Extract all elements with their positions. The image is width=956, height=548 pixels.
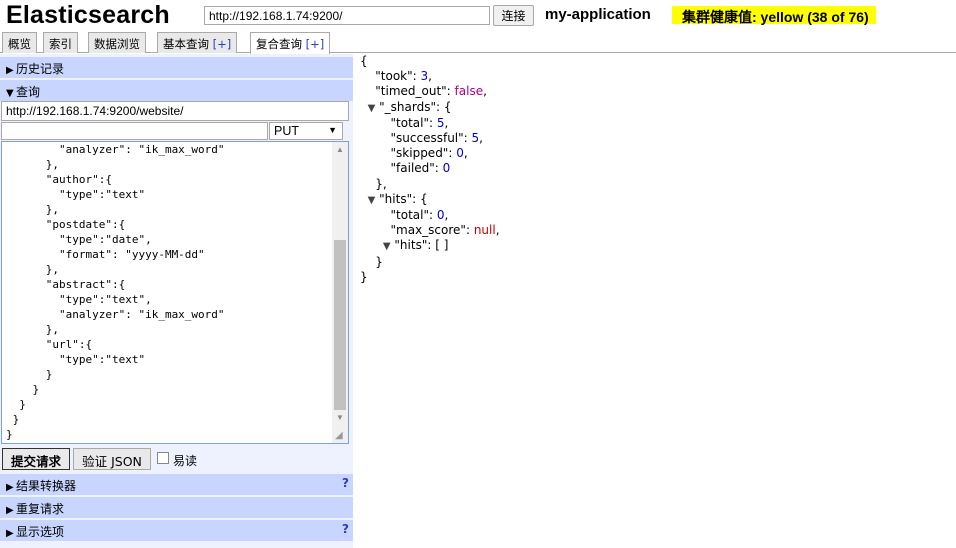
resize-grip-icon[interactable]: ◢ bbox=[335, 430, 347, 442]
json-value: 5 bbox=[436, 115, 445, 130]
tab-bar: 概览 索引 数据浏览 基本查询 [+] 复合查询 [+] bbox=[0, 31, 956, 54]
json-value: 0 bbox=[442, 161, 451, 176]
connection-url-input[interactable] bbox=[204, 6, 490, 25]
submit-request-button[interactable]: 提交请求 bbox=[2, 448, 70, 470]
json-value: 3 bbox=[420, 69, 429, 84]
json-value: [ ] bbox=[435, 238, 449, 253]
collapse-icon[interactable]: ▼ bbox=[383, 241, 391, 252]
tab-label: 复合查询 bbox=[256, 37, 306, 51]
help-icon[interactable]: ? bbox=[342, 476, 349, 490]
tab-indices[interactable]: 索引 bbox=[43, 32, 78, 53]
query-section-header[interactable]: ▼ 查询 bbox=[0, 80, 353, 101]
tab-label: 基本查询 bbox=[163, 37, 213, 51]
section-label: 历史记录 bbox=[16, 62, 65, 76]
tab-label: 概览 bbox=[8, 37, 31, 51]
json-value: 0 bbox=[436, 208, 445, 223]
history-section-header[interactable]: ▶ 历史记录 bbox=[0, 57, 353, 78]
app-title: Elasticsearch bbox=[6, 1, 170, 29]
result-transformer-header[interactable]: ▶ 结果转换器 ? bbox=[0, 474, 353, 495]
section-label: 查询 bbox=[16, 85, 41, 99]
scroll-down-icon[interactable]: ▼ bbox=[332, 410, 348, 426]
response-json: { "took": 3, "timed_out": false, ▼ "_sha… bbox=[360, 54, 500, 284]
connect-button[interactable]: 连接 bbox=[493, 5, 534, 26]
json-value: 0 bbox=[456, 146, 464, 161]
tab-browser[interactable]: 数据浏览 bbox=[88, 32, 146, 53]
pretty-label: 易读 bbox=[173, 454, 198, 468]
tab-add-button[interactable]: [+] bbox=[213, 37, 232, 51]
section-label: 重复请求 bbox=[16, 502, 65, 516]
section-label: 显示选项 bbox=[16, 525, 65, 539]
tab-basic-query[interactable]: 基本查询 [+] bbox=[157, 32, 238, 53]
collapse-icon[interactable]: ▼ bbox=[368, 103, 376, 114]
collapse-icon[interactable]: ▼ bbox=[368, 195, 376, 206]
query-url-input[interactable]: http://192.168.1.74:9200/website/ bbox=[1, 101, 349, 121]
repeat-request-header[interactable]: ▶ 重复请求 bbox=[0, 497, 353, 518]
cluster-health-badge: 集群健康值: yellow (38 of 76) bbox=[672, 6, 876, 25]
json-value: null bbox=[473, 223, 496, 238]
chevron-down-icon: ▼ bbox=[328, 125, 337, 135]
expand-right-icon: ▶ bbox=[6, 528, 14, 539]
display-options-header[interactable]: ▶ 显示选项 ? bbox=[0, 520, 353, 541]
header: Elasticsearch 连接 my-application 集群健康值: y… bbox=[0, 0, 956, 30]
tab-label: 索引 bbox=[49, 37, 72, 51]
scroll-up-icon[interactable]: ▲ bbox=[332, 142, 348, 158]
tab-add-button[interactable]: [+] bbox=[306, 37, 325, 51]
section-label: 结果转换器 bbox=[16, 479, 77, 493]
help-icon[interactable]: ? bbox=[342, 522, 349, 536]
vertical-scrollbar[interactable]: ▲ ▼ bbox=[332, 142, 348, 443]
tab-compound-query[interactable]: 复合查询 [+] bbox=[250, 32, 331, 54]
validate-json-button[interactable]: 验证 JSON bbox=[73, 448, 151, 470]
request-body-editor[interactable]: "analyzer": "ik_max_word" }, "author":{ … bbox=[1, 141, 349, 444]
expand-right-icon: ▶ bbox=[6, 505, 14, 516]
scrollbar-thumb[interactable] bbox=[334, 240, 346, 410]
json-value: false bbox=[454, 84, 484, 99]
method-value: PUT bbox=[274, 124, 299, 138]
expand-right-icon: ▶ bbox=[6, 65, 14, 76]
query-path-input[interactable] bbox=[1, 122, 268, 140]
expand-right-icon: ▶ bbox=[6, 482, 14, 493]
json-value: 5 bbox=[471, 131, 480, 146]
expand-down-icon: ▼ bbox=[6, 88, 14, 99]
tab-overview[interactable]: 概览 bbox=[2, 32, 37, 53]
pretty-checkbox[interactable] bbox=[157, 452, 169, 464]
response-panel: { "took": 3, "timed_out": false, ▼ "_sha… bbox=[358, 54, 956, 548]
cluster-name: my-application bbox=[545, 6, 651, 23]
tab-label: 数据浏览 bbox=[94, 37, 140, 51]
request-body-text[interactable]: "analyzer": "ik_max_word" }, "author":{ … bbox=[6, 142, 225, 442]
http-method-select[interactable]: PUT ▼ bbox=[269, 122, 343, 140]
